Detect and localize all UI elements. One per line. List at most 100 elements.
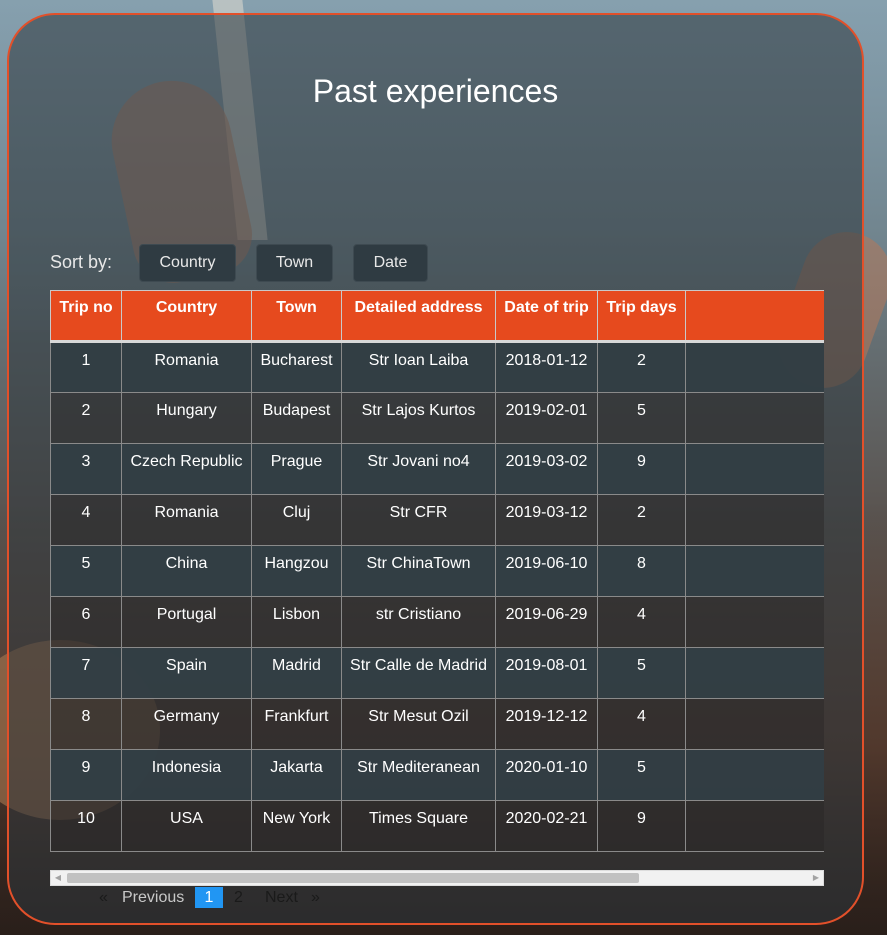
cell-description: Looking for someb — [685, 545, 824, 597]
header-country: Country — [121, 290, 252, 343]
cell-trip-no: 2 — [50, 392, 122, 444]
cell-date-of-trip: 2019-06-10 — [495, 545, 598, 597]
cell-town: Budapest — [251, 392, 342, 444]
next-page-link[interactable]: Next — [265, 889, 298, 907]
cell-trip-days: 5 — [597, 749, 686, 801]
cell-description: Looking for som — [685, 749, 824, 801]
cell-detailed-address: Str Jovani no4 — [341, 443, 496, 495]
cell-date-of-trip: 2018-01-12 — [495, 341, 598, 393]
cell-trip-days: 4 — [597, 698, 686, 750]
cell-trip-days: 2 — [597, 341, 686, 393]
cell-detailed-address: Str Lajos Kurtos — [341, 392, 496, 444]
cell-trip-no: 9 — [50, 749, 122, 801]
cell-country: Portugal — [121, 596, 252, 648]
cell-trip-days: 8 — [597, 545, 686, 597]
cell-town: Hangzou — [251, 545, 342, 597]
cell-country: Indonesia — [121, 749, 252, 801]
header-description — [685, 290, 824, 343]
cell-date-of-trip: 2019-03-12 — [495, 494, 598, 546]
cell-detailed-address: Str Mediteranean — [341, 749, 496, 801]
cell-country: Spain — [121, 647, 252, 699]
scrollbar-thumb[interactable] — [67, 873, 639, 883]
cell-trip-days: 5 — [597, 392, 686, 444]
cell-town: Cluj — [251, 494, 342, 546]
sort-label: Sort by: — [50, 252, 113, 272]
cell-town: New York — [251, 800, 342, 852]
cell-country: Romania — [121, 341, 252, 393]
experiences-card: Past experiences Sort by: Country Town D… — [7, 13, 864, 925]
cell-date-of-trip: 2019-03-02 — [495, 443, 598, 495]
table-row: 5ChinaHangzouStr ChinaTown2019-06-108Loo… — [50, 545, 824, 597]
cell-trip-no: 6 — [50, 596, 122, 648]
table-row: 7 Spain Madrid Str Calle de Madrid 2019-08-0… — [50, 647, 824, 699]
cell-description: I ne — [685, 392, 824, 444]
cell-trip-no: 4 — [50, 494, 122, 546]
page-link-current[interactable]: 1 — [195, 887, 223, 908]
cell-date-of-trip: 2019-06-29 — [495, 596, 598, 648]
cell-country: USA — [121, 800, 252, 852]
cell-trip-days: 5 — [597, 647, 686, 699]
cell-town: Bucharest — [251, 341, 342, 393]
horizontal-scrollbar[interactable]: ◀ ▶ — [50, 870, 824, 886]
cell-town: Madrid — [251, 647, 342, 699]
cell-detailed-address: Str CFR — [341, 494, 496, 546]
previous-page-link[interactable]: Previous — [122, 889, 184, 907]
pagination: « Previous 1 2 Next » — [9, 887, 862, 909]
cell-description: Looking for 3 gu — [685, 698, 824, 750]
cell-country: Hungary — [121, 392, 252, 444]
table-row: 9 Indonesia Jakarta Str Mediteranean 2020-01… — [50, 749, 824, 801]
cell-country: Germany — [121, 698, 252, 750]
cell-trip-days: 9 — [597, 443, 686, 495]
table-row: 4RomaniaClujStr CFR2019-03-122Going to s… — [50, 494, 824, 546]
table-row: 2 Hungary Budapest Str Lajos Kurtos 2019-02-… — [50, 392, 824, 444]
sort-date-button[interactable]: Date — [353, 244, 428, 282]
page-link[interactable]: 2 — [234, 889, 243, 907]
cell-trip-no: 5 — [50, 545, 122, 597]
cell-detailed-address: Str Calle de Madrid — [341, 647, 496, 699]
scroll-right-arrow-icon[interactable]: ▶ — [809, 871, 823, 885]
cell-detailed-address: Str ChinaTown — [341, 545, 496, 597]
header-detailed-address: Detailed address — [341, 290, 496, 343]
cell-trip-days: 4 — [597, 596, 686, 648]
cell-description: Goin — [685, 647, 824, 699]
cell-trip-days: 2 — [597, 494, 686, 546]
sort-country-button[interactable]: Country — [139, 244, 236, 282]
header-date-of-trip: Date of trip — [495, 290, 598, 343]
cell-description: I need a lady — [685, 596, 824, 648]
cell-trip-no: 8 — [50, 698, 122, 750]
scroll-left-arrow-icon[interactable]: ◀ — [51, 871, 65, 885]
table-row: 8 Germany Frankfurt Str Mesut Ozil 2019-12-1… — [50, 698, 824, 750]
trips-table-container[interactable]: Trip no Country Town Detailed address Da… — [50, 290, 824, 855]
header-trip-no: Trip no — [50, 290, 122, 343]
cell-date-of-trip: 2020-02-21 — [495, 800, 598, 852]
cell-town: Jakarta — [251, 749, 342, 801]
trips-table: Trip no Country Town Detailed address Da… — [50, 290, 824, 852]
cell-country: Romania — [121, 494, 252, 546]
cell-date-of-trip: 2020-01-10 — [495, 749, 598, 801]
table-row: 10USANew YorkTimes Square2020-02-219Comp… — [50, 800, 824, 852]
cell-detailed-address: Str Ioan Laiba — [341, 341, 496, 393]
page-title: Past experiences — [312, 73, 559, 109]
cell-trip-days: 9 — [597, 800, 686, 852]
cell-description: Looking for a la — [685, 443, 824, 495]
cell-description: Going to socce — [685, 494, 824, 546]
cell-trip-no: 7 — [50, 647, 122, 699]
table-row: 3 Czech Republic Prague Str Jovani no4 2019-… — [50, 443, 824, 495]
cell-date-of-trip: 2019-08-01 — [495, 647, 598, 699]
header-town: Town — [251, 290, 342, 343]
cell-country: China — [121, 545, 252, 597]
cell-country: Czech Republic — [121, 443, 252, 495]
cell-trip-no: 10 — [50, 800, 122, 852]
table-row: 6PortugalLisbonstr Cristiano2019-06-294I… — [50, 596, 824, 648]
header-trip-days: Trip days — [597, 290, 686, 343]
table-body: 1 Romania Bucharest Str Ioan Laiba 2018-01-1… — [50, 341, 824, 852]
sort-town-button[interactable]: Town — [256, 244, 333, 282]
first-page-link[interactable]: « — [99, 889, 108, 907]
cell-trip-no: 1 — [50, 341, 122, 393]
last-page-link[interactable]: » — [311, 889, 320, 907]
table-header-row: Trip no Country Town Detailed address Da… — [50, 290, 824, 343]
cell-detailed-address: str Cristiano — [341, 596, 496, 648]
cell-detailed-address: Str Mesut Ozil — [341, 698, 496, 750]
cell-town: Lisbon — [251, 596, 342, 648]
cell-description: Company — [685, 341, 824, 393]
